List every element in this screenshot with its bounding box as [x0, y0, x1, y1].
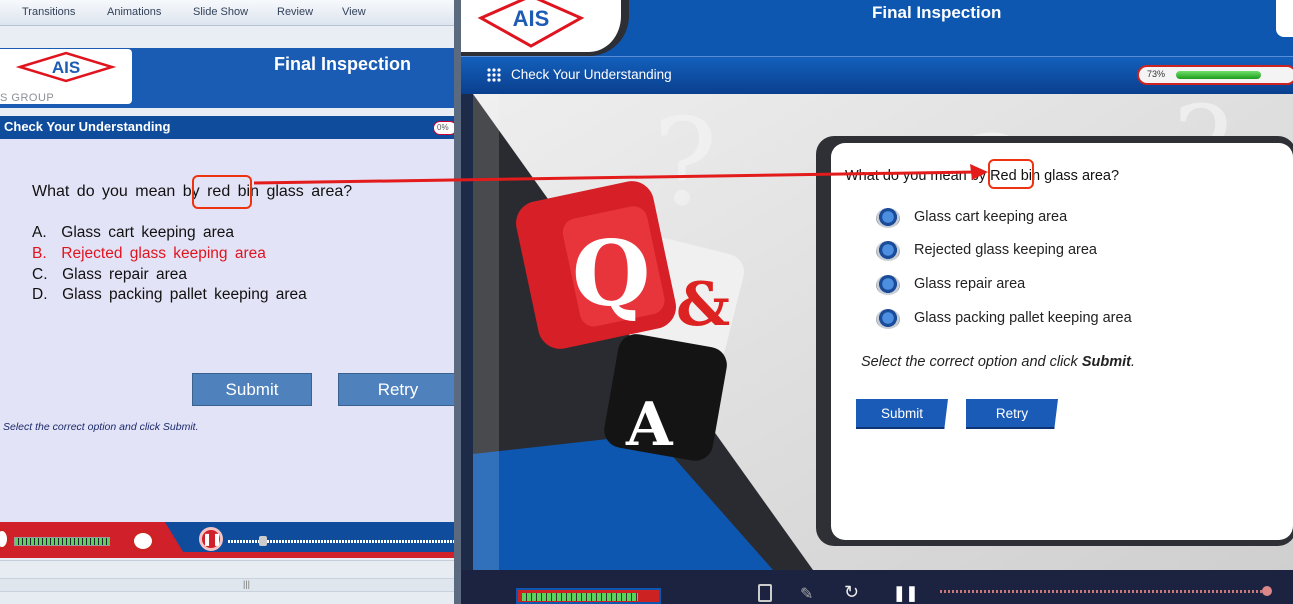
ribbon-tab-view[interactable]: View: [342, 6, 366, 18]
qa-dice-image: & Q A: [516, 181, 745, 461]
pause-icon[interactable]: ❚❚: [199, 527, 223, 551]
highlight-box: [192, 175, 252, 209]
instruction-text: Select the correct option and click Subm…: [861, 354, 1135, 370]
option-label-2[interactable]: Rejected glass keeping area: [914, 242, 1097, 258]
progress-bar: 73%: [1137, 65, 1293, 85]
question-card: [831, 143, 1293, 540]
option-letter: B.: [32, 245, 47, 262]
retry-button[interactable]: Retry: [338, 373, 458, 406]
logo: AIS: [461, 0, 629, 56]
slide-title: Final Inspection: [274, 54, 412, 74]
option-letter: D.: [32, 286, 48, 303]
option-letter: A.: [32, 224, 47, 241]
pause-icon[interactable]: ❚❚: [893, 584, 918, 602]
option-label-4[interactable]: Glass packing pallet keeping area: [914, 310, 1132, 326]
option-text: Rejected glass keeping area: [61, 245, 266, 262]
ribbon-tab-animations[interactable]: Animations: [107, 6, 161, 18]
option-label-1[interactable]: Glass cart keeping area: [914, 209, 1067, 225]
option-radio-4[interactable]: [876, 309, 900, 329]
volume-level: [522, 593, 638, 601]
seek-handle[interactable]: [1262, 586, 1272, 596]
option-text: Glass repair area: [62, 266, 188, 283]
option-b[interactable]: B. Rejected glass keeping area: [32, 245, 266, 263]
hint-prefix: Select the correct option and click: [861, 354, 1082, 370]
horizontal-scrollbar[interactable]: |||: [0, 578, 458, 592]
ribbon-tab-transitions[interactable]: Transitions: [22, 6, 75, 18]
svg-text:A: A: [625, 390, 674, 460]
hint-suffix: .: [1130, 354, 1136, 370]
header-corner: [1276, 0, 1293, 37]
ribbon-tab-slide-show[interactable]: Slide Show: [193, 6, 248, 18]
progress-fill: [1176, 71, 1261, 79]
volume-slider[interactable]: [14, 537, 110, 546]
replay-icon[interactable]: ↻: [844, 582, 864, 602]
svg-text:Q: Q: [572, 221, 650, 327]
svg-text:&: &: [676, 270, 730, 340]
pencil-icon[interactable]: ✎: [800, 584, 818, 603]
instruction-text: Select the correct option and click Subm…: [3, 421, 199, 433]
option-radio-2[interactable]: [876, 241, 900, 261]
section-title: Check Your Understanding: [511, 67, 672, 82]
option-radio-3[interactable]: [876, 275, 900, 295]
svg-text:AIS: AIS: [513, 6, 550, 31]
option-text: Glass cart keeping area: [61, 224, 234, 241]
pane-divider[interactable]: [454, 0, 461, 604]
option-a[interactable]: A. Glass cart keeping area: [32, 224, 234, 242]
ribbon: Transitions Animations Slide Show Review…: [0, 0, 458, 26]
seek-handle[interactable]: [259, 536, 267, 546]
hint-bold: Submit: [1081, 354, 1131, 370]
progress-label: 73%: [1147, 69, 1166, 79]
group-label: S GROUP: [0, 92, 55, 104]
grid-icon[interactable]: [487, 68, 501, 82]
highlight-box: [988, 159, 1034, 189]
option-radio-1[interactable]: [876, 208, 900, 228]
slide-subtitle: Check Your Understanding: [4, 119, 171, 134]
ribbon-tab-review[interactable]: Review: [277, 6, 313, 18]
option-c[interactable]: C. Glass repair area: [32, 266, 187, 284]
player-pane: AIS Final Inspection Check Your Understa…: [461, 0, 1293, 604]
screen: Transitions Animations Slide Show Review…: [0, 0, 1293, 604]
ais-logo-icon: AIS: [477, 0, 585, 48]
chat-icon[interactable]: [131, 530, 155, 552]
option-label-3[interactable]: Glass repair area: [914, 276, 1025, 292]
submit-button[interactable]: Submit: [192, 373, 312, 406]
option-d[interactable]: D. Glass packing pallet keeping area: [32, 286, 307, 304]
authoring-pane: Transitions Animations Slide Show Review…: [0, 0, 458, 604]
option-text: Glass packing pallet keeping area: [62, 286, 307, 303]
submit-button[interactable]: Submit: [856, 399, 948, 429]
question-text: What do you mean by Red bin glass area?: [845, 168, 1120, 184]
retry-button[interactable]: Retry: [966, 399, 1058, 429]
notes-icon[interactable]: [758, 584, 772, 602]
seek-bar[interactable]: [940, 590, 1270, 593]
ais-logo-icon: AIS: [15, 51, 117, 83]
option-letter: C.: [32, 266, 48, 283]
svg-text:AIS: AIS: [52, 58, 80, 77]
course-title: Final Inspection: [872, 3, 1002, 22]
scroll-grip[interactable]: |||: [243, 579, 250, 589]
